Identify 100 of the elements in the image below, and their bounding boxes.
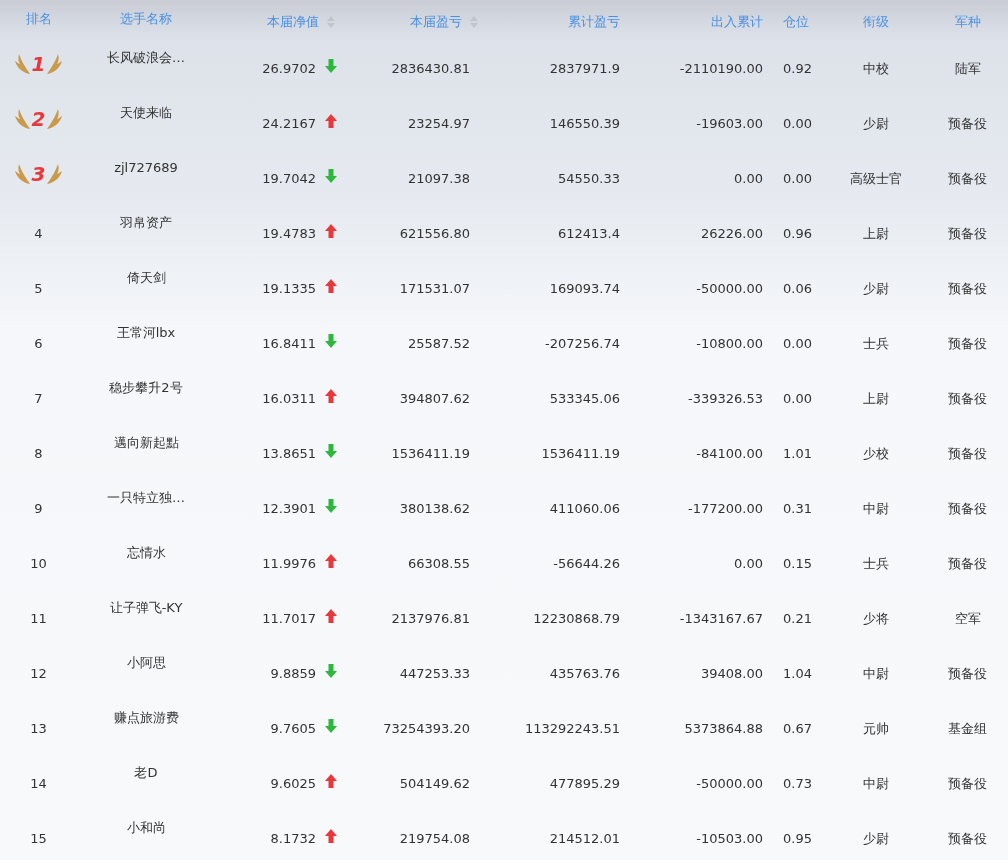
total-profit-value: 477895.29 [549, 776, 620, 791]
position-value: 1.01 [783, 446, 812, 461]
total-profit-value: 1536411.19 [541, 446, 620, 461]
branch-label: 预备役 [948, 169, 987, 188]
grade-label: 士兵 [863, 334, 889, 353]
player-name[interactable]: 邁向新起點 [113, 433, 179, 452]
position-value: 1.04 [783, 666, 812, 681]
total-profit-value: 435763.76 [549, 666, 620, 681]
net-value: 19.4783 [262, 226, 316, 241]
grade-label: 中尉 [863, 774, 889, 793]
total-profit-value: -207256.74 [545, 336, 620, 351]
grade-label: 中校 [863, 59, 889, 78]
column-header: 仓位 [783, 13, 809, 31]
profit-value: 219754.08 [399, 831, 470, 846]
player-name[interactable]: zjl727689 [114, 160, 178, 175]
in-out-value: -177200.00 [688, 501, 763, 516]
branch-label: 预备役 [948, 114, 987, 133]
profit-value: 171531.07 [399, 281, 470, 296]
rank-number: 10 [30, 556, 47, 571]
profit-value: 21097.38 [407, 171, 470, 186]
profit-value: 66308.55 [407, 556, 470, 571]
branch-label: 预备役 [948, 279, 987, 298]
branch-label: 预备役 [948, 554, 987, 573]
player-name[interactable]: 王常河lbx [116, 323, 176, 342]
net-value: 16.0311 [262, 391, 316, 406]
rank-number: 14 [30, 776, 47, 791]
total-profit-value: 54550.33 [557, 171, 620, 186]
column-header: 军种 [954, 13, 981, 31]
wing-icon [13, 52, 31, 75]
player-name[interactable]: 长风破浪会… [107, 48, 185, 67]
rank-number: 1 [31, 51, 46, 76]
grade-label: 上尉 [863, 389, 889, 408]
position-value: 0.31 [783, 501, 812, 516]
position-value: 0.15 [783, 556, 812, 571]
position-value: 0.00 [783, 391, 812, 406]
position-value: 0.92 [783, 61, 812, 76]
net-value: 16.8411 [262, 336, 316, 351]
wing-icon [46, 52, 64, 75]
grade-label: 上尉 [863, 224, 889, 243]
rank-number: 11 [30, 611, 47, 626]
profit-value: 2836430.81 [391, 61, 470, 76]
total-profit-value: 169093.74 [549, 281, 620, 296]
player-name[interactable]: 小和尚 [126, 818, 166, 837]
sort-icon[interactable] [327, 16, 335, 28]
profit-value: 2137976.81 [391, 611, 470, 626]
rank-number: 12 [30, 666, 47, 681]
profit-value: 621556.80 [399, 226, 470, 241]
total-profit-value: -56644.26 [553, 556, 620, 571]
grade-label: 中尉 [863, 499, 889, 518]
position-value: 0.67 [783, 721, 812, 736]
in-out-value: -1343167.67 [679, 611, 763, 626]
player-name[interactable]: 羽帛资产 [120, 213, 172, 232]
net-value: 13.8651 [262, 446, 316, 461]
total-profit-value: 146550.39 [549, 116, 620, 131]
player-name[interactable]: 一只特立独… [107, 488, 185, 507]
grade-label: 少尉 [863, 829, 889, 848]
grade-label: 高级士官 [850, 169, 902, 188]
player-name[interactable]: 赚点旅游费 [113, 708, 179, 727]
in-out-value: 39408.00 [700, 666, 763, 681]
sort-icon[interactable] [470, 16, 478, 28]
grade-label: 少校 [863, 444, 889, 463]
branch-label: 预备役 [948, 664, 987, 683]
net-value: 12.3901 [262, 501, 316, 516]
player-name[interactable]: 倚天剑 [126, 268, 166, 287]
position-value: 0.95 [783, 831, 812, 846]
player-name[interactable]: 稳步攀升2号 [109, 378, 183, 397]
rank-number: 8 [34, 446, 43, 461]
total-profit-value: 214512.01 [549, 831, 620, 846]
player-name[interactable]: 天使来临 [120, 103, 172, 122]
total-profit-value: 2837971.9 [549, 61, 620, 76]
net-value: 9.6025 [270, 776, 316, 791]
branch-label: 预备役 [948, 499, 987, 518]
in-out-value: 5373864.88 [684, 721, 763, 736]
profit-value: 25587.52 [407, 336, 470, 351]
grade-label: 少尉 [863, 114, 889, 133]
player-name[interactable]: 小阿思 [126, 653, 166, 672]
profit-value: 1536411.19 [391, 446, 470, 461]
position-value: 0.00 [783, 336, 812, 351]
position-value: 0.73 [783, 776, 812, 791]
player-name[interactable]: 让子弹飞-KY [109, 598, 183, 617]
wing-icon [13, 107, 31, 130]
profit-value: 394807.62 [399, 391, 470, 406]
in-out-value: 0.00 [734, 556, 763, 571]
in-out-value: 26226.00 [700, 226, 763, 241]
player-name[interactable]: 老D [134, 763, 158, 782]
column-header: 选手名称 [120, 10, 172, 28]
in-out-value: -10503.00 [696, 831, 763, 846]
net-value: 9.7605 [270, 721, 316, 736]
grade-label: 少将 [863, 609, 889, 628]
wing-icon [13, 162, 31, 185]
branch-label: 预备役 [948, 389, 987, 408]
net-value: 24.2167 [262, 116, 316, 131]
player-name[interactable]: 忘情水 [126, 543, 166, 562]
grade-label: 少尉 [863, 279, 889, 298]
net-value: 11.7017 [262, 611, 316, 626]
position-value: 0.96 [783, 226, 812, 241]
in-out-value: -10800.00 [696, 336, 763, 351]
in-out-value: -2110190.00 [679, 61, 763, 76]
branch-label: 预备役 [948, 444, 987, 463]
branch-label: 预备役 [948, 224, 987, 243]
